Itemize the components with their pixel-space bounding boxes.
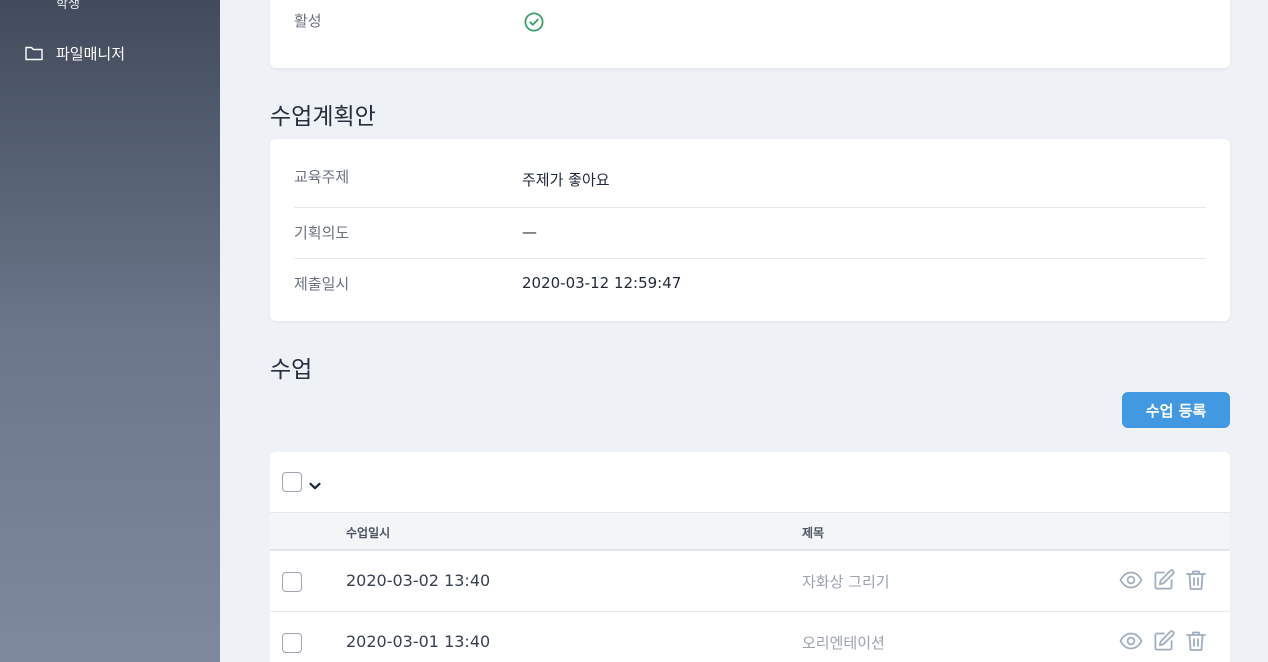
column-header-title[interactable]: 제목 [802, 524, 824, 541]
sidebar-item-label: 파일매니저 [56, 44, 126, 63]
plan-section-title: 수업계획안 [270, 104, 376, 130]
field-row-topic: 교육주제 주제가 좋아요 [294, 139, 1206, 208]
edit-icon[interactable] [1152, 629, 1176, 657]
row-date: 2020-03-02 13:40 [346, 571, 491, 590]
row-checkbox[interactable] [282, 633, 302, 653]
field-value: 2020-03-12 12:59:47 [522, 274, 682, 292]
check-circle-icon [524, 12, 544, 36]
field-label: 활성 [294, 12, 322, 30]
table-toolbar [270, 452, 1230, 512]
status-card: 활성 [270, 0, 1230, 68]
field-label: 교육주제 [294, 168, 350, 186]
classes-section-title: 수업 [270, 357, 313, 383]
main-content: 활성 수업계획안 교육주제 주제가 좋아요 기획의도 — 제출일시 2020-0… [220, 0, 1268, 662]
table-row[interactable]: 2020-03-02 13:40 자화상 그리기 [270, 551, 1230, 612]
table-row[interactable]: 2020-03-01 13:40 오리엔테이션 [270, 612, 1230, 662]
add-class-button[interactable]: 수업 등록 [1122, 392, 1230, 428]
field-row-intent: 기획의도 — [294, 208, 1206, 259]
field-value: — [522, 223, 537, 241]
row-date: 2020-03-01 13:40 [346, 632, 491, 651]
chevron-down-icon[interactable] [308, 476, 322, 495]
edit-icon[interactable] [1152, 568, 1176, 596]
field-value: 주제가 좋아요 [522, 171, 610, 189]
classes-table: 수업일시 제목 2020-03-02 13:40 자화상 그리기 2020-03… [270, 452, 1230, 662]
eye-icon[interactable] [1119, 568, 1143, 596]
sidebar-item-students[interactable]: 학생 [56, 0, 80, 12]
field-row-submitted: 제출일시 2020-03-12 12:59:47 [294, 259, 1206, 321]
sidebar-item-file-manager[interactable]: 파일매니저 [24, 40, 125, 66]
field-label: 기획의도 [294, 224, 350, 242]
column-header-date[interactable]: 수업일시 [346, 524, 390, 541]
field-row-active: 활성 [294, 10, 1206, 50]
folder-icon [24, 44, 44, 62]
select-all-checkbox[interactable] [282, 472, 302, 492]
field-label: 제출일시 [294, 275, 350, 293]
row-title[interactable]: 오리엔테이션 [802, 632, 885, 653]
plan-card: 교육주제 주제가 좋아요 기획의도 — 제출일시 2020-03-12 12:5… [270, 139, 1230, 321]
eye-icon[interactable] [1119, 629, 1143, 657]
row-title[interactable]: 자화상 그리기 [802, 571, 890, 592]
table-header: 수업일시 제목 [270, 512, 1230, 551]
trash-icon[interactable] [1184, 629, 1208, 657]
sidebar: 학생 파일매니저 [0, 0, 220, 662]
trash-icon[interactable] [1184, 568, 1208, 596]
row-checkbox[interactable] [282, 572, 302, 592]
